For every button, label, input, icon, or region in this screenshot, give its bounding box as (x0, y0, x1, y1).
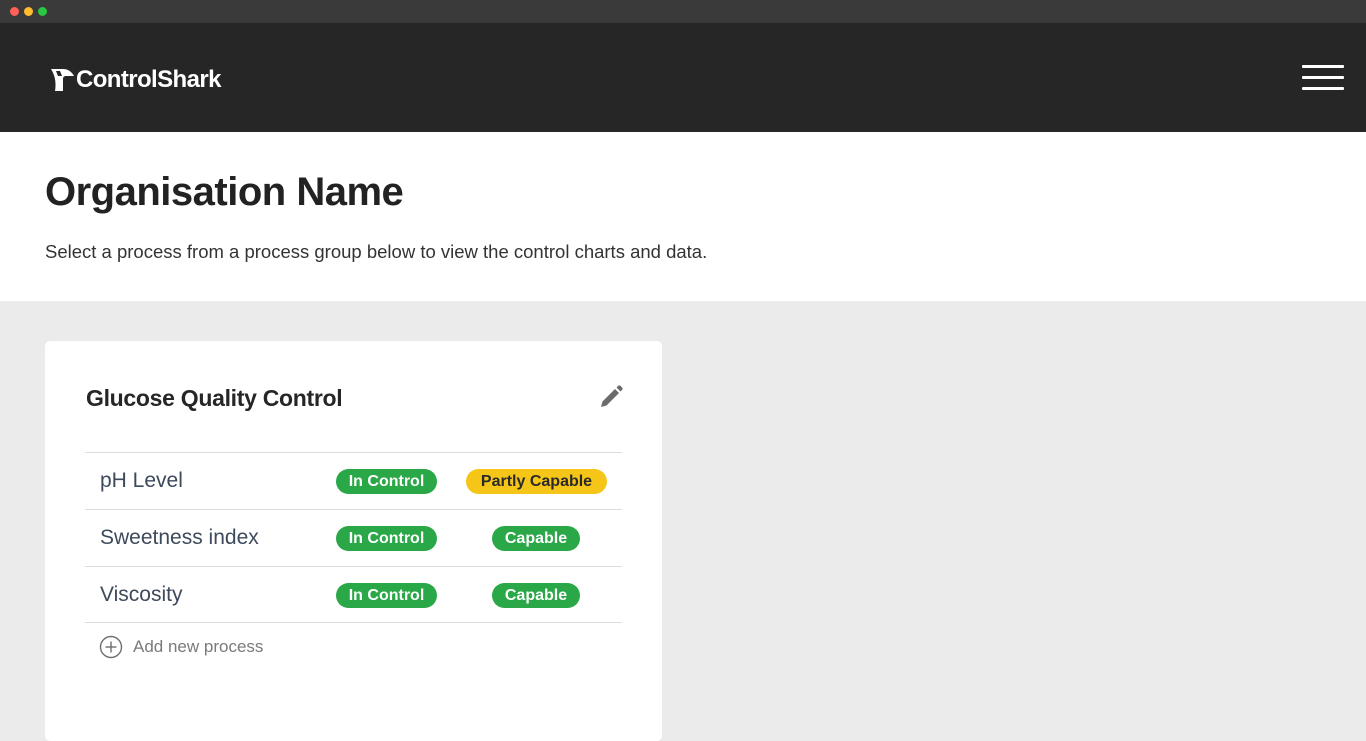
add-new-process-button[interactable]: Add new process (99, 634, 263, 660)
process-row-sweetness-index[interactable]: Sweetness index In Control Capable (85, 509, 622, 566)
process-list: pH Level In Control Partly Capable Sweet… (85, 452, 622, 623)
brand-logo[interactable]: ControlShark (50, 65, 221, 95)
pencil-icon (601, 385, 623, 407)
process-name: Viscosity (100, 583, 183, 606)
control-status-badge: In Control (336, 583, 437, 608)
app-header: ControlShark (0, 23, 1366, 132)
edit-group-button[interactable] (598, 384, 624, 410)
capability-status-badge: Capable (492, 583, 580, 608)
control-status-badge: In Control (336, 526, 437, 551)
window-chrome (0, 0, 1366, 23)
hamburger-menu-icon (1302, 65, 1344, 68)
page-title: Organisation Name (45, 170, 404, 214)
process-name: pH Level (100, 469, 183, 492)
brand-name: ControlShark (76, 66, 221, 93)
plus-circle-icon (99, 635, 123, 659)
close-window-button[interactable] (10, 7, 19, 16)
process-group-card: Glucose Quality Control pH Level In Cont… (45, 341, 662, 741)
control-status-badge: In Control (336, 469, 437, 494)
minimize-window-button[interactable] (24, 7, 33, 16)
process-row-viscosity[interactable]: Viscosity In Control Capable (85, 566, 622, 623)
capability-status-badge: Capable (492, 526, 580, 551)
page-subtitle: Select a process from a process group be… (45, 241, 708, 262)
shark-fin-logo-icon (51, 69, 74, 91)
hamburger-menu-button[interactable] (1300, 63, 1346, 93)
process-name: Sweetness index (100, 526, 259, 549)
maximize-window-button[interactable] (38, 7, 47, 16)
process-group-title: Glucose Quality Control (86, 385, 343, 411)
intro-section: Organisation Name Select a process from … (0, 132, 1366, 301)
capability-status-badge: Partly Capable (466, 469, 607, 494)
process-row-ph-level[interactable]: pH Level In Control Partly Capable (85, 452, 622, 509)
add-new-process-label: Add new process (133, 637, 264, 656)
